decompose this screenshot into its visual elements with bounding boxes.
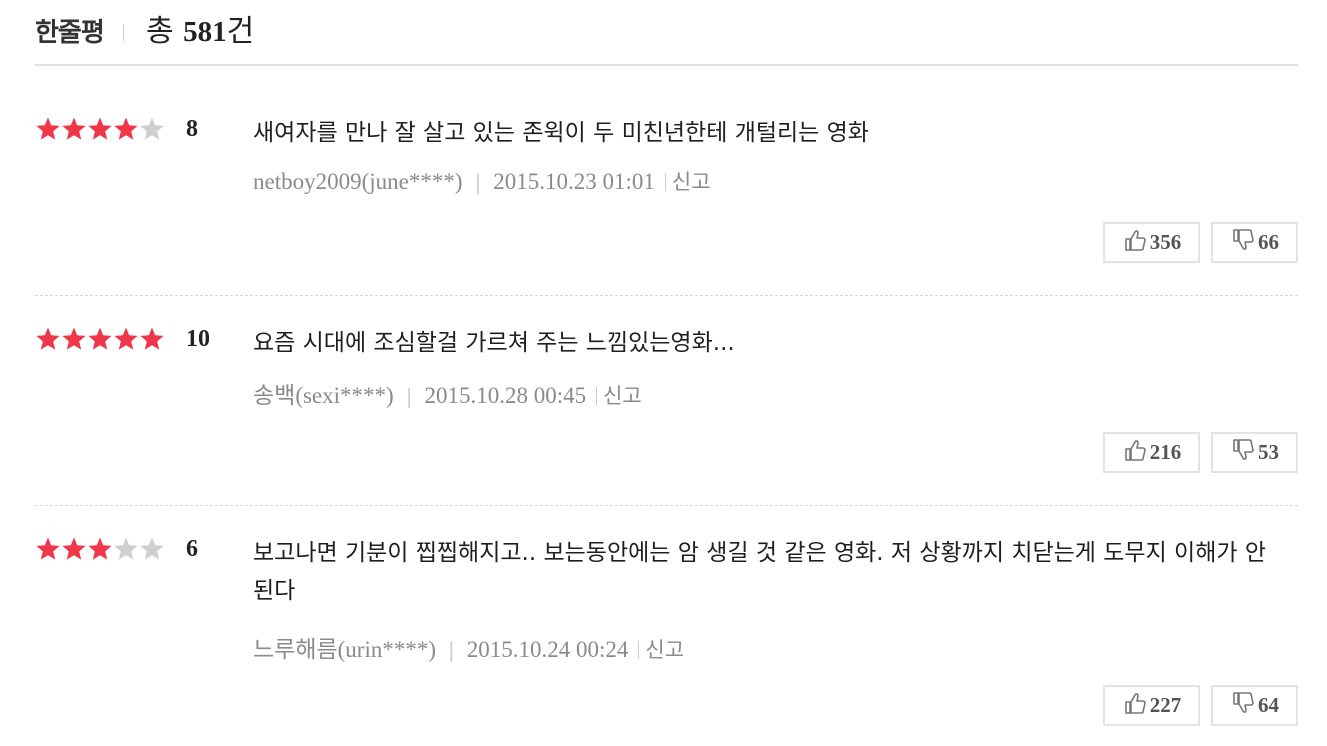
- dislike-button[interactable]: 66: [1211, 222, 1298, 263]
- star-empty-icon: [113, 536, 139, 562]
- star-filled-icon: [61, 326, 87, 352]
- meta-divider: |: [448, 638, 455, 662]
- review-author[interactable]: 느루해름(urin****): [253, 637, 436, 662]
- review-header: 한줄평 총 581건: [35, 0, 1298, 66]
- star-filled-icon: [113, 116, 139, 142]
- report-link[interactable]: 신고: [645, 638, 684, 662]
- review-item: 6 보고나면 기분이 찝찝해지고.. 보는동안에는 암 생길 것 같은 영화. …: [35, 536, 1298, 736]
- review-meta: 송백(sexi****) | 2015.10.28 00:45 신고: [253, 376, 642, 410]
- review-score: 10: [186, 326, 210, 352]
- star-rating: [35, 536, 165, 562]
- star-rating: [35, 326, 165, 352]
- review-meta: 느루해름(urin****) | 2015.10.24 00:24 신고: [253, 630, 684, 664]
- star-filled-icon: [87, 116, 113, 142]
- review-item: 10 요즘 시대에 조심할걸 가르쳐 주는 느낌있는영화... 송백(sexi*…: [35, 326, 1298, 506]
- report-link[interactable]: 신고: [603, 384, 642, 408]
- meta-divider: |: [405, 384, 413, 408]
- total-number: 581: [183, 16, 227, 48]
- star-filled-icon: [35, 536, 61, 562]
- review-author[interactable]: netboy2009(june****): [253, 169, 463, 194]
- review-total-count: 총 581건: [146, 6, 254, 50]
- review-score: 6: [186, 536, 198, 562]
- star-filled-icon: [61, 536, 87, 562]
- star-empty-icon: [139, 536, 165, 562]
- thumbs-down-icon: [1230, 437, 1258, 469]
- total-prefix: 총: [146, 14, 184, 49]
- review-date: 2015.10.28 00:45: [424, 383, 587, 408]
- star-filled-icon: [35, 326, 61, 352]
- section-title: 한줄평: [35, 18, 105, 48]
- star-filled-icon: [113, 326, 139, 352]
- dislike-button[interactable]: 64: [1211, 685, 1298, 726]
- star-filled-icon: [139, 326, 165, 352]
- meta-divider: |: [474, 170, 482, 194]
- total-suffix: 건: [226, 14, 255, 49]
- review-meta: netboy2009(june****) | 2015.10.23 01:01 신고: [253, 166, 711, 196]
- thumbs-up-icon: [1122, 690, 1150, 722]
- thumbs-down-icon: [1230, 690, 1258, 722]
- thumbs-down-icon: [1230, 227, 1258, 259]
- meta-divider: [596, 387, 598, 405]
- star-empty-icon: [139, 116, 165, 142]
- meta-divider: [638, 641, 640, 659]
- like-count: 227: [1149, 693, 1182, 717]
- thumbs-up-icon: [1122, 227, 1150, 259]
- dislike-count: 64: [1258, 693, 1279, 717]
- review-text: 보고나면 기분이 찝찝해지고.. 보는동안에는 암 생길 것 같은 영화. 저 …: [253, 540, 1267, 604]
- dislike-count: 53: [1258, 440, 1279, 464]
- dislike-count: 66: [1258, 230, 1279, 254]
- like-count: 356: [1149, 230, 1182, 254]
- dislike-button[interactable]: 53: [1211, 432, 1298, 473]
- star-filled-icon: [35, 116, 61, 142]
- review-score: 8: [186, 116, 198, 142]
- like-count: 216: [1149, 440, 1182, 464]
- star-filled-icon: [87, 536, 113, 562]
- review-date: 2015.10.24 00:24: [466, 637, 629, 662]
- header-divider: [123, 24, 124, 41]
- star-filled-icon: [61, 116, 87, 142]
- like-button[interactable]: 227: [1103, 685, 1200, 726]
- meta-divider: [664, 173, 666, 191]
- review-item: 8 새여자를 만나 잘 살고 있는 존윅이 두 미친년한테 개털리는 영화 ne…: [35, 116, 1298, 296]
- review-text: 새여자를 만나 잘 살고 있는 존윅이 두 미친년한테 개털리는 영화: [253, 120, 869, 146]
- like-button[interactable]: 216: [1103, 432, 1200, 473]
- star-filled-icon: [87, 326, 113, 352]
- thumbs-up-icon: [1122, 437, 1150, 469]
- like-button[interactable]: 356: [1103, 222, 1200, 263]
- review-date: 2015.10.23 01:01: [493, 169, 655, 194]
- review-text: 요즘 시대에 조심할걸 가르쳐 주는 느낌있는영화...: [253, 330, 735, 356]
- star-rating: [35, 116, 165, 142]
- review-author[interactable]: 송백(sexi****): [253, 383, 394, 408]
- report-link[interactable]: 신고: [672, 170, 711, 194]
